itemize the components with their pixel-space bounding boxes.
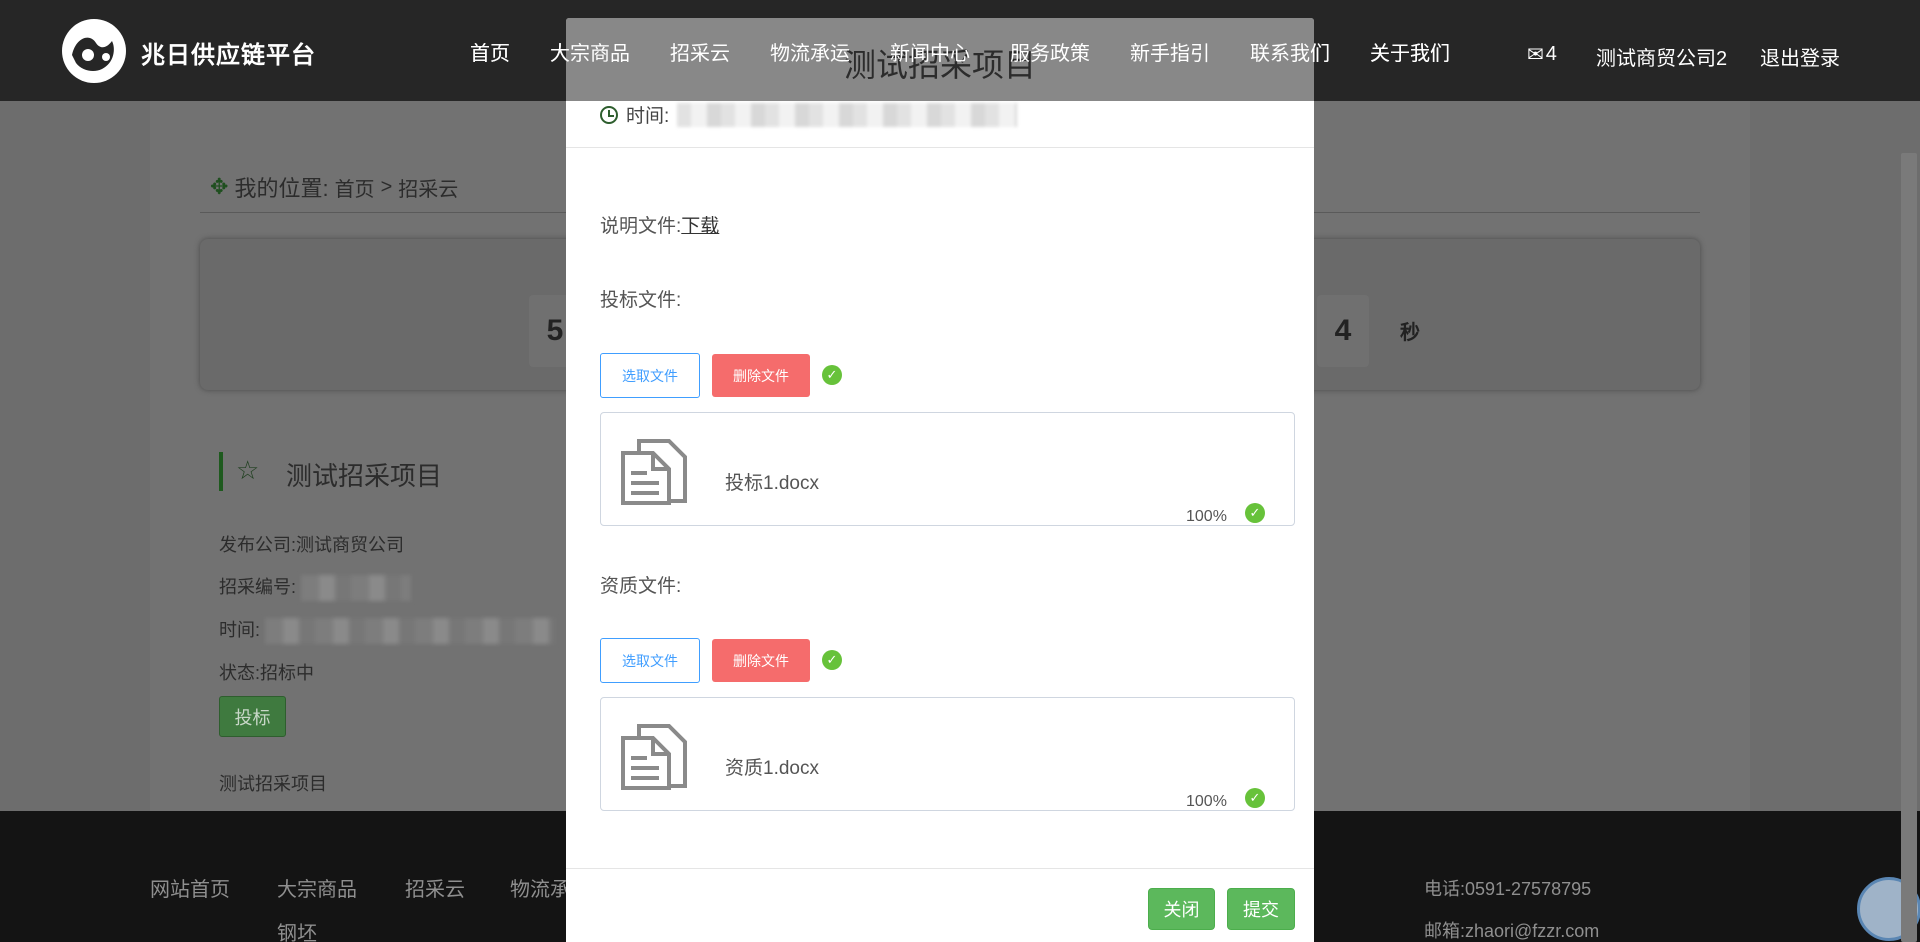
footer-link-logistics[interactable]: 物流承 [510,873,570,902]
modal-footer-divider [566,868,1314,869]
project-code: 招采编号: [219,573,412,602]
envelope-icon: ✉ [1527,44,1544,66]
project-time: 时间: [219,616,556,645]
footer-link-procurement[interactable]: 招采云 [405,873,465,902]
project-status: 状态:招标中 [219,663,315,683]
nav-overlay-contact[interactable]: 联系我们 [1250,37,1330,66]
modal-header-divider [566,147,1314,148]
bid-upload-success-icon: ✓ [822,365,842,385]
nav-overlay-logistics[interactable]: 物流承运 [770,37,850,66]
nav-overlay-commodities[interactable]: 大宗商品 [550,37,630,66]
bid-file-progress: 100% [1186,508,1227,525]
modal-time-redacted [677,102,1018,127]
modal-time-label: 时间: [626,106,670,127]
user-name[interactable]: 测试商贸公司2 [1596,42,1727,71]
qualification-select-file-button[interactable]: 选取文件 [600,638,700,683]
brand-name[interactable]: 兆日供应链平台 [141,35,316,70]
project-company: 发布公司:测试商贸公司 [219,535,404,555]
bid-select-file-button[interactable]: 选取文件 [600,353,700,398]
nav-overlay-policy[interactable]: 服务政策 [1010,37,1090,66]
bid-file-name: 投标1.docx [725,473,819,494]
breadcrumb-separator: > [380,175,393,198]
nav-overlay-news[interactable]: 新闻中心 [890,37,970,66]
qualification-file-progress: 100% [1186,793,1227,810]
qualification-file-name: 资质1.docx [725,758,819,779]
footer-phone: 电话:0591-27578795 [1424,879,1592,899]
project-title: 测试招采项目 [286,461,443,491]
clock-icon [600,105,618,124]
message-count: 4 [1545,43,1557,65]
qualification-delete-file-button[interactable]: 删除文件 [712,639,810,682]
document-icon [621,724,687,790]
nav-overlay-procurement[interactable]: 招采云 [670,37,730,66]
qualification-file-done-icon: ✓ [1245,788,1265,808]
bid-delete-file-button[interactable]: 删除文件 [712,354,810,397]
bid-file-done-icon: ✓ [1245,503,1265,523]
qualification-upload-success-icon: ✓ [822,650,842,670]
instruction-file-label: 说明文件: [600,216,682,237]
bid-modal: 测试招采项目 时间: 说明文件:下载 投标文件: 选取文件 删除文件 ✓ 投标1… [566,18,1314,942]
bid-file-card: 投标1.docx 100% ✓ [600,412,1295,526]
document-icon [621,439,687,505]
project-description: 测试招采项目 [219,774,327,794]
qualification-file-label: 资质文件: [600,576,682,597]
title-accent-bar [219,452,223,491]
breadcrumb-current[interactable]: 招采云 [398,173,458,202]
nav-overlay-guide[interactable]: 新手指引 [1130,37,1210,66]
bid-button[interactable]: 投标 [219,696,286,737]
page-scrollbar[interactable] [1901,153,1917,942]
breadcrumb-label: 我的位置: [234,176,329,201]
location-icon: ✥ [210,174,229,199]
countdown-unit: 秒 [1400,322,1420,344]
countdown-last-digit: 4 [1317,295,1369,367]
footer-link-commodities[interactable]: 大宗商品 [277,873,357,902]
modal-time: 时间: [600,101,1018,128]
project-time-label: 时间: [219,620,261,640]
nav-overlay-about[interactable]: 关于我们 [1370,37,1450,66]
brand-logo-icon[interactable] [62,19,126,83]
instruction-file-row: 说明文件:下载 [600,211,719,238]
bid-file-label: 投标文件: [600,290,682,311]
project-time-redacted [265,618,556,645]
nav-overlay-home[interactable]: 首页 [470,37,510,66]
qualification-file-card: 资质1.docx 100% ✓ [600,697,1295,811]
breadcrumb: ✥ 我的位置: 首页 > 招采云 [210,171,458,203]
footer-link-home[interactable]: 网站首页 [150,873,230,902]
main-nav-overlay: 首页 大宗商品 招采云 物流承运 新闻中心 服务政策 新手指引 联系我们 关于我… [470,37,1490,66]
footer-link-billet[interactable]: 钢坯 [277,917,317,942]
star-icon[interactable]: ☆ [236,455,259,486]
breadcrumb-home[interactable]: 首页 [335,173,375,202]
logout-link[interactable]: 退出登录 [1760,42,1840,71]
close-button[interactable]: 关闭 [1148,888,1215,930]
project-code-label: 招采编号: [219,577,297,597]
messages-link[interactable]: ✉ 4 [1527,42,1557,67]
submit-button[interactable]: 提交 [1227,888,1295,930]
project-code-redacted [301,575,412,602]
footer-email: 邮箱:zhaori@fzzr.com [1424,921,1600,941]
download-link[interactable]: 下载 [681,216,719,237]
